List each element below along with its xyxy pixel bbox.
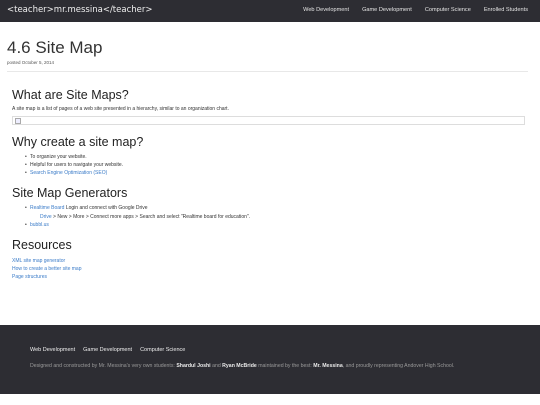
- credit-name: Shardul Joshi: [176, 363, 211, 369]
- heading-generators: Site Map Generators: [12, 186, 128, 200]
- divider: [7, 71, 528, 72]
- footer-nav-web-development[interactable]: Web Development: [30, 347, 75, 353]
- footer-nav-computer-science[interactable]: Computer Science: [140, 347, 185, 353]
- broken-image-icon: [15, 118, 21, 124]
- footer-credits: Designed and constructed by Mr. Messina'…: [30, 363, 454, 369]
- page-title: 4.6 Site Map: [7, 38, 103, 57]
- main-nav: Web Development Game Development Compute…: [303, 7, 528, 13]
- realtime-board-text: Login and connect with Google Drive: [64, 205, 148, 211]
- credit-name: Ryan McBride: [222, 363, 257, 369]
- credits-text: , and proudly representing Andover High …: [342, 363, 455, 369]
- resource-link-page-structures[interactable]: Page structures: [12, 273, 81, 281]
- footer-nav: Web Development Game Development Compute…: [30, 347, 185, 353]
- bottom-strip: [0, 394, 540, 405]
- drive-text: > New > More > Connect more apps > Searc…: [51, 214, 251, 220]
- intro-text: A site map is a list of pages of a web s…: [12, 106, 229, 112]
- top-navbar: <teacher>mr.messina</teacher> Web Develo…: [0, 0, 540, 22]
- nav-enrolled-students[interactable]: Enrolled Students: [484, 7, 528, 13]
- bubbl-link[interactable]: bubbl.us: [30, 222, 49, 228]
- generators-list: Realtime Board Login and connect with Go…: [25, 204, 475, 212]
- credits-text: Designed and constructed by Mr. Messina'…: [30, 363, 177, 369]
- list-item: Helpful for users to navigate your websi…: [25, 161, 425, 169]
- seo-link[interactable]: Search Engine Optimization (SEO): [30, 170, 107, 176]
- footer-nav-game-development[interactable]: Game Development: [83, 347, 132, 353]
- resources-list: XML site map generator How to create a b…: [12, 257, 81, 281]
- list-item: bubbl.us: [25, 221, 425, 229]
- credits-text: and: [210, 363, 223, 369]
- list-item: Realtime Board Login and connect with Go…: [25, 204, 475, 212]
- generators-list-2: bubbl.us: [25, 221, 425, 229]
- resource-link-xml[interactable]: XML site map generator: [12, 257, 81, 265]
- heading-what-are-site-maps: What are Site Maps?: [12, 88, 129, 102]
- footer: Web Development Game Development Compute…: [0, 325, 540, 394]
- credit-name: Mr. Messina: [313, 363, 343, 369]
- drive-instructions: Drive > New > More > Connect more apps >…: [40, 214, 250, 220]
- list-item: Search Engine Optimization (SEO): [25, 169, 425, 177]
- nav-web-development[interactable]: Web Development: [303, 7, 349, 13]
- why-list: To organize your website. Helpful for us…: [25, 153, 425, 177]
- posted-date: posted October 5, 2014: [7, 60, 55, 65]
- site-brand[interactable]: <teacher>mr.messina</teacher>: [7, 5, 152, 15]
- drive-link[interactable]: Drive: [40, 214, 52, 220]
- realtime-board-link[interactable]: Realtime Board: [30, 205, 64, 211]
- credits-text: maintained by the best:: [256, 363, 314, 369]
- nav-game-development[interactable]: Game Development: [362, 7, 412, 13]
- heading-resources: Resources: [12, 238, 72, 252]
- nav-computer-science[interactable]: Computer Science: [425, 7, 471, 13]
- resource-link-better[interactable]: How to create a better site map: [12, 265, 81, 273]
- list-item: To organize your website.: [25, 153, 425, 161]
- sitemap-image: [12, 116, 525, 125]
- heading-why-create: Why create a site map?: [12, 135, 144, 149]
